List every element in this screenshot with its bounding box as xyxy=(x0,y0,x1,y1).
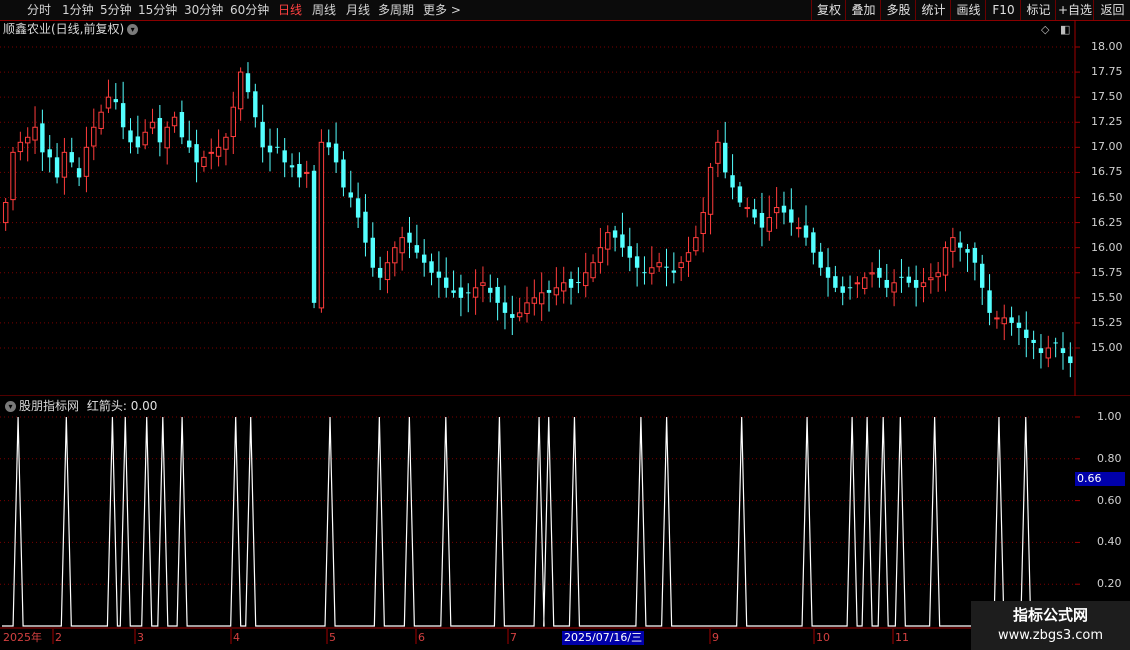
month-label: 3 xyxy=(137,631,144,644)
indicator-value: 红箭头: 0.00 xyxy=(86,399,158,413)
month-label: 4 xyxy=(233,631,240,644)
month-label: 2 xyxy=(55,631,62,644)
price-tick-label: 15.75 xyxy=(1091,265,1123,279)
current-value-text: 0.66 xyxy=(1077,472,1102,485)
price-tick-label: 16.50 xyxy=(1091,190,1123,204)
month-label: 5 xyxy=(329,631,336,644)
stock-chart-window: 分时 1分钟 5分钟 15分钟 30分钟 60分钟 日线 周线 月线 多周期 更多 > 复权 叠加 多股统… xyxy=(0,0,1130,650)
crosshair-date-text: 2025/07/16/三 xyxy=(564,631,643,644)
indicator-line xyxy=(2,416,1074,627)
watermark-url: www.zbgs3.com xyxy=(997,628,1104,643)
indicator-tick-label: 0.20 xyxy=(1097,577,1122,591)
crosshair-date: 2025/07/16/三 xyxy=(562,631,645,645)
indicator-chart[interactable] xyxy=(0,0,1130,650)
indicator-tick-label: 0.40 xyxy=(1097,535,1122,549)
indicator-tick-label: 0.80 xyxy=(1097,451,1122,465)
price-tick-label: 17.50 xyxy=(1091,90,1123,104)
price-tick-label: 15.00 xyxy=(1091,341,1123,354)
price-tick-label: 17.75 xyxy=(1091,65,1123,79)
chevron-down-icon[interactable]: ▾ xyxy=(5,401,16,412)
watermark-title: 指标公式网 xyxy=(1012,606,1088,624)
price-tick-label: 16.00 xyxy=(1091,240,1123,254)
price-tick-label: 15.25 xyxy=(1091,315,1123,329)
indicator-title-bar: ▾ 股朋指标网 红箭头: 0.00 xyxy=(2,398,157,414)
month-label: 6 xyxy=(418,631,425,644)
month-label: 10 xyxy=(816,631,830,644)
year-label: 2025年 xyxy=(3,631,42,644)
price-tick-label: 17.25 xyxy=(1091,115,1123,129)
indicator-tick-label: 0.60 xyxy=(1097,493,1122,507)
watermark-logo: 指标公式网 www.zbgs3.com xyxy=(971,601,1130,650)
price-tick-label: 16.75 xyxy=(1091,165,1123,179)
price-tick-label: 18.00 xyxy=(1091,40,1123,53)
month-label: 11 xyxy=(895,631,909,644)
price-tick-label: 17.00 xyxy=(1091,140,1123,154)
indicator-name: 股朋指标网 xyxy=(19,399,80,413)
month-label: 7 xyxy=(510,631,517,644)
price-tick-label: 15.50 xyxy=(1091,290,1123,304)
price-tick-label: 16.25 xyxy=(1091,215,1123,229)
current-value-marker: 0.66 xyxy=(1075,472,1125,486)
month-label: 9 xyxy=(712,631,719,644)
indicator-tick-label: 1.00 xyxy=(1097,410,1122,423)
